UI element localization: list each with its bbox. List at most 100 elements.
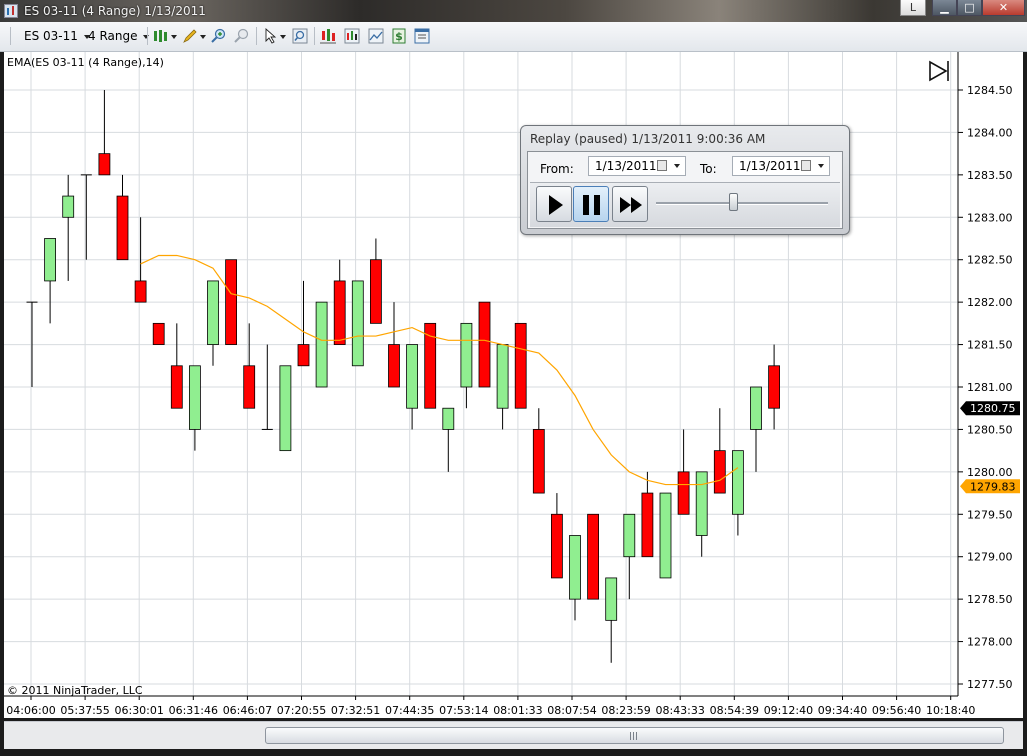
y-tick-label: 1284.00 <box>967 126 1013 139</box>
chevron-down-icon[interactable] <box>818 164 824 168</box>
chart-toolbar: ES 03-11 4 Range $ <box>0 22 1027 52</box>
zoom-out-icon[interactable] <box>234 28 250 44</box>
from-date-value: 1/13/2011 <box>595 159 657 173</box>
candle-body <box>551 513 563 579</box>
x-tick-label: 09:34:40 <box>818 704 867 717</box>
candle-body <box>732 450 744 515</box>
x-tick-label: 08:43:33 <box>655 704 704 717</box>
instrument-selector[interactable]: ES 03-11 <box>24 27 90 45</box>
to-label: To: <box>700 162 717 176</box>
x-tick-label: 10:18:40 <box>926 704 975 717</box>
x-tick-label: 08:23:59 <box>601 704 650 717</box>
to-date-value: 1/13/2011 <box>739 159 801 173</box>
candle-body <box>134 280 147 303</box>
x-tick-label: 06:30:01 <box>114 704 163 717</box>
replay-button-bar <box>530 182 840 227</box>
replay-window[interactable]: Replay (paused) 1/13/2011 9:00:36 AM Fro… <box>520 125 850 235</box>
horizontal-scrollbar[interactable] <box>4 721 1023 749</box>
speed-slider-thumb[interactable] <box>729 193 739 211</box>
y-tick-label: 1278.50 <box>967 593 1013 606</box>
chevron-down-icon[interactable] <box>674 164 680 168</box>
period-label: 4 Range <box>88 29 138 43</box>
maximize-button[interactable]: □ <box>957 0 982 16</box>
x-tick-label: 07:32:51 <box>331 704 380 717</box>
properties-icon[interactable] <box>414 28 430 44</box>
y-tick-label: 1280.00 <box>967 466 1013 479</box>
candle-body <box>351 280 364 367</box>
period-selector[interactable]: 4 Range <box>88 27 150 45</box>
play-icon <box>549 195 563 215</box>
replay-controls-panel: From: 1/13/2011 To: 1/13/2011 <box>527 151 843 229</box>
window-title: ES 03-11 (4 Range) 1/13/2011 <box>24 4 206 18</box>
window-controls: L ▁ □ ✕ <box>900 0 1025 16</box>
candle-body <box>641 492 654 558</box>
candle-body <box>569 535 581 600</box>
candle-body <box>207 280 219 345</box>
y-axis: 1284.50 1284.00 1283.50 1283.00 1282.50 1282.… <box>957 52 1020 696</box>
from-date-picker[interactable]: 1/13/2011 <box>588 156 686 176</box>
candle-body <box>333 280 346 345</box>
x-tick-label: 06:31:46 <box>169 704 218 717</box>
toolbar-separator <box>314 27 315 45</box>
fast-forward-button[interactable] <box>612 186 648 222</box>
candle-body <box>442 407 455 430</box>
x-tick-label: 06:46:07 <box>223 704 272 717</box>
minimize-button[interactable]: ▁ <box>932 0 957 16</box>
y-tick-label: 1283.00 <box>967 211 1013 224</box>
skip-to-end-icon[interactable] <box>929 60 949 82</box>
chart-panel[interactable]: 1284.50 1284.00 1283.50 1283.00 1282.50 1282.… <box>4 52 1023 718</box>
bar-type-icon[interactable] <box>153 28 177 44</box>
toolbar-separator <box>10 27 11 45</box>
y-tick-label: 1282.00 <box>967 296 1013 309</box>
app-icon <box>4 4 18 18</box>
candle-body <box>659 492 672 579</box>
candle-body <box>478 301 491 388</box>
bar-chart-icon[interactable] <box>344 28 360 44</box>
y-tick-label: 1281.50 <box>967 339 1013 352</box>
from-label: From: <box>540 162 574 176</box>
pause-icon <box>583 195 601 215</box>
scrollbar-thumb[interactable] <box>265 727 1004 744</box>
toolbar-separator <box>256 27 257 45</box>
candle-body <box>406 344 419 409</box>
x-tick-label: 09:12:40 <box>764 704 813 717</box>
x-tick-label: 09:56:40 <box>872 704 921 717</box>
candle-body <box>768 365 780 409</box>
pause-button[interactable] <box>573 186 609 222</box>
y-tick-label: 1284.50 <box>967 84 1013 97</box>
y-tick-label: 1277.50 <box>967 678 1013 691</box>
dollar-icon[interactable]: $ <box>391 28 407 44</box>
pencil-icon[interactable] <box>182 28 206 44</box>
y-tick-label: 1279.00 <box>967 551 1013 564</box>
speed-slider-track[interactable] <box>656 202 828 205</box>
cursor-icon[interactable] <box>263 28 287 44</box>
x-tick-label: 07:44:35 <box>385 704 434 717</box>
candle-body <box>297 344 310 367</box>
candle-body <box>188 365 201 430</box>
candle-body <box>62 195 75 218</box>
candle-body <box>460 322 473 388</box>
ema-price-marker-label: 1279.83 <box>970 480 1016 493</box>
candle-body <box>315 301 328 388</box>
instrument-label: ES 03-11 <box>24 29 78 43</box>
calendar-icon[interactable] <box>657 160 667 171</box>
y-tick-label: 1278.00 <box>967 636 1013 649</box>
play-button[interactable] <box>536 186 572 222</box>
title-bar: ES 03-11 (4 Range) 1/13/2011 L ▁ □ ✕ <box>0 0 1027 22</box>
calendar-icon[interactable] <box>801 160 811 171</box>
magnifier-icon[interactable] <box>292 28 308 44</box>
candle-body <box>98 153 111 176</box>
zoom-in-icon[interactable] <box>211 28 227 44</box>
link-button[interactable]: L <box>900 0 926 16</box>
price-chart[interactable]: 1284.50 1284.00 1283.50 1283.00 1282.50 1282.… <box>4 52 1023 718</box>
chart-icon[interactable] <box>368 28 384 44</box>
close-button[interactable]: ✕ <box>982 0 1025 16</box>
instrument-overlay-icon[interactable] <box>320 28 336 44</box>
candle-body <box>44 238 56 282</box>
y-tick-label: 1283.50 <box>967 169 1013 182</box>
toolbar-separator <box>147 27 148 45</box>
candle-body <box>116 195 129 261</box>
candle-body <box>243 365 256 409</box>
x-tick-label: 05:37:55 <box>60 704 109 717</box>
to-date-picker[interactable]: 1/13/2011 <box>732 156 830 176</box>
